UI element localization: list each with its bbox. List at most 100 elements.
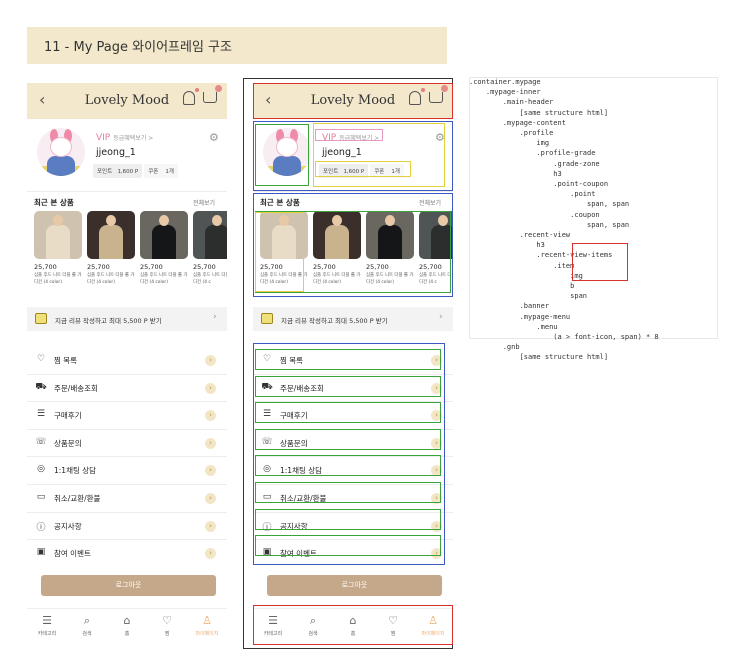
menu-wishlist[interactable]: ♡ 찜 목록 › xyxy=(253,347,453,374)
mypage-design-mockup: ‹ Lovely Mood VIP 등급혜택보기 > ⚙ jjeong_1 포인트… xyxy=(27,83,227,645)
gear-icon[interactable]: ⚙ xyxy=(209,131,219,144)
logout-button[interactable]: 로그아웃 xyxy=(41,575,216,596)
menu-product-inquiry[interactable]: ☏ 상품문의 › xyxy=(253,430,453,457)
user-icon: ♙ xyxy=(428,614,438,627)
product-image xyxy=(140,211,188,259)
menu-chat-support[interactable]: ◎ 1:1채팅 상담 › xyxy=(253,457,453,484)
grade-zone[interactable]: VIP 등급혜택보기 > xyxy=(96,133,153,143)
product-image xyxy=(34,211,82,259)
cart-icon[interactable] xyxy=(203,85,222,103)
product-image xyxy=(419,211,453,259)
recent-view: 최근 본 상품 전체보기 25,700 심플 후드 니트 더플 롤 가디건 (4… xyxy=(27,191,227,291)
avatar xyxy=(37,128,85,176)
product-image xyxy=(193,211,227,259)
grade-benefit-link[interactable]: 등급혜택보기 > xyxy=(339,135,379,142)
view-all-link[interactable]: 전체보기 xyxy=(193,198,215,207)
bell-icon[interactable] xyxy=(409,88,425,105)
product-price: 25,700 xyxy=(366,263,389,271)
coupon-value: 1개 xyxy=(391,169,400,175)
notification-dot xyxy=(421,88,425,92)
gnb-category[interactable]: ☰ 카테고리 xyxy=(253,609,293,645)
chevron-right-icon: › xyxy=(431,465,442,477)
gnb-home[interactable]: ⌂ 홈 xyxy=(333,609,373,645)
code-item-highlight xyxy=(572,243,628,281)
menu-events[interactable]: ▣ 참여 이벤트 › xyxy=(253,540,453,567)
gear-icon[interactable]: ⚙ xyxy=(435,131,445,144)
menu-product-inquiry[interactable]: ☏ 상품문의 › xyxy=(27,430,227,457)
product-image xyxy=(366,211,414,259)
chevron-right-icon: › xyxy=(431,355,442,366)
menu-events[interactable]: ▣ 참여 이벤트 › xyxy=(27,540,227,567)
menu-icon: ☰ xyxy=(268,614,278,627)
phone-icon: ☏ xyxy=(35,436,47,447)
menu-reviews[interactable]: ☰ 구매후기 › xyxy=(253,402,453,429)
menu-label: 찜 목록 xyxy=(280,356,304,365)
menu-label: 주문/배송조회 xyxy=(54,383,98,393)
menu-reviews[interactable]: ☰ 구매후기 › xyxy=(27,402,227,429)
view-all-link[interactable]: 전체보기 xyxy=(419,198,441,207)
product-image xyxy=(87,211,135,259)
heart-icon: ♡ xyxy=(262,354,272,364)
recent-item[interactable]: 25,700 심플 후드 니트 더플 롤 가디건 (4 color) xyxy=(87,211,135,286)
recent-item[interactable]: 25,700 심플 후드 니트 더플 롤 가디건 (4 color) xyxy=(140,211,188,286)
menu-cancel-return[interactable]: ▭ 취소/교환/환불 › xyxy=(27,485,227,512)
calendar-icon: ▭ xyxy=(262,491,272,502)
chevron-right-icon: › xyxy=(431,382,442,394)
gnb-mypage[interactable]: ♙ 마이페이지 xyxy=(187,609,227,645)
grade-benefit-link[interactable]: 등급혜택보기 > xyxy=(113,135,153,142)
recent-view: 최근 본 상품 전체보기 25,700 심플 후드 니트 더플 롤 가디건 (4… xyxy=(253,191,453,291)
recent-item[interactable]: 25,700 심플 후드 니트 더플 롤 가디건 (4 c xyxy=(193,211,227,286)
menu-order-tracking[interactable]: ⛟ 주문/배송조회 › xyxy=(253,375,453,402)
coupon[interactable]: 쿠폰 1개 xyxy=(370,164,404,178)
gnb-wishlist[interactable]: ♡ 찜 xyxy=(373,609,413,645)
review-icon xyxy=(35,313,47,324)
recent-item[interactable]: 25,700 심플 후드 니트 더플 롤 가디건 (4 c xyxy=(419,211,453,286)
gnb-search[interactable]: ⌕ 검색 xyxy=(67,609,107,645)
product-price: 25,700 xyxy=(419,263,442,271)
review-banner[interactable]: 지금 리뷰 작성하고 최대 5,500 P 받기 › xyxy=(27,307,227,331)
grade-zone[interactable]: VIP 등급혜택보기 > xyxy=(322,133,379,143)
chevron-right-icon: › xyxy=(205,520,216,532)
gnb-category[interactable]: ☰ 카테고리 xyxy=(27,609,67,645)
menu-notice[interactable]: ⓘ 공지사항 › xyxy=(253,513,453,540)
gnb-wishlist[interactable]: ♡ 찜 xyxy=(147,609,187,645)
product-name: 심플 후드 니트 더플 롤 가디건 (4 color) xyxy=(34,273,82,285)
logout-button[interactable]: 로그아웃 xyxy=(267,575,442,596)
point[interactable]: 포인트 1,600 P xyxy=(93,164,143,178)
main-header: ‹ Lovely Mood xyxy=(253,83,453,119)
truck-icon: ⛟ xyxy=(35,381,47,392)
product-name: 심플 후드 니트 더플 롤 가디건 (4 c xyxy=(419,273,453,285)
recent-item[interactable]: 25,700 심플 후드 니트 더플 롤 가디건 (4 color) xyxy=(260,211,308,286)
gnb-label: 찜 xyxy=(390,631,396,637)
product-name: 심플 후드 니트 더플 롤 가디건 (4 color) xyxy=(87,273,135,285)
code-text: .container.mypage .mypage-inner .main-he… xyxy=(469,78,659,362)
search-icon: ⌕ xyxy=(309,614,317,627)
recent-item[interactable]: 25,700 심플 후드 니트 더플 롤 가디건 (4 color) xyxy=(313,211,361,286)
grade-name: VIP xyxy=(322,133,337,143)
menu-wishlist[interactable]: ♡ 찜 목록 › xyxy=(27,347,227,374)
gnb-search[interactable]: ⌕ 검색 xyxy=(293,609,333,645)
coupon[interactable]: 쿠폰 1개 xyxy=(144,164,178,178)
main-header: ‹ Lovely Mood xyxy=(27,83,227,119)
username: jjeong_1 xyxy=(322,147,362,158)
gnb-mypage[interactable]: ♙ 마이페이지 xyxy=(413,609,453,645)
recent-item[interactable]: 25,700 심플 후드 니트 더플 롤 가디건 (4 color) xyxy=(366,211,414,286)
recent-item[interactable]: 25,700 심플 후드 니트 더플 롤 가디건 (4 color) xyxy=(34,211,82,286)
html-structure-code: .container.mypage .mypage-inner .main-he… xyxy=(469,77,718,361)
brand-logo[interactable]: Lovely Mood xyxy=(27,93,227,108)
cart-icon[interactable] xyxy=(429,85,448,103)
gnb-home[interactable]: ⌂ 홈 xyxy=(107,609,147,645)
review-banner[interactable]: 지금 리뷰 작성하고 최대 5,500 P 받기 › xyxy=(253,307,453,331)
gnb-label: 카테고리 xyxy=(263,631,283,637)
menu-notice[interactable]: ⓘ 공지사항 › xyxy=(27,513,227,540)
avatar-body xyxy=(273,156,301,176)
menu-order-tracking[interactable]: ⛟ 주문/배송조회 › xyxy=(27,375,227,402)
info-icon: ⓘ xyxy=(36,522,46,533)
menu-cancel-return[interactable]: ▭ 취소/교환/환불 › xyxy=(253,485,453,512)
brand-logo[interactable]: Lovely Mood xyxy=(253,93,453,108)
heart-icon: ♡ xyxy=(388,614,398,627)
point[interactable]: 포인트 1,600 P xyxy=(319,164,369,178)
menu-chat-support[interactable]: ◎ 1:1채팅 상담 › xyxy=(27,457,227,484)
bell-icon[interactable] xyxy=(183,88,199,105)
menu-label: 참여 이벤트 xyxy=(54,549,91,559)
